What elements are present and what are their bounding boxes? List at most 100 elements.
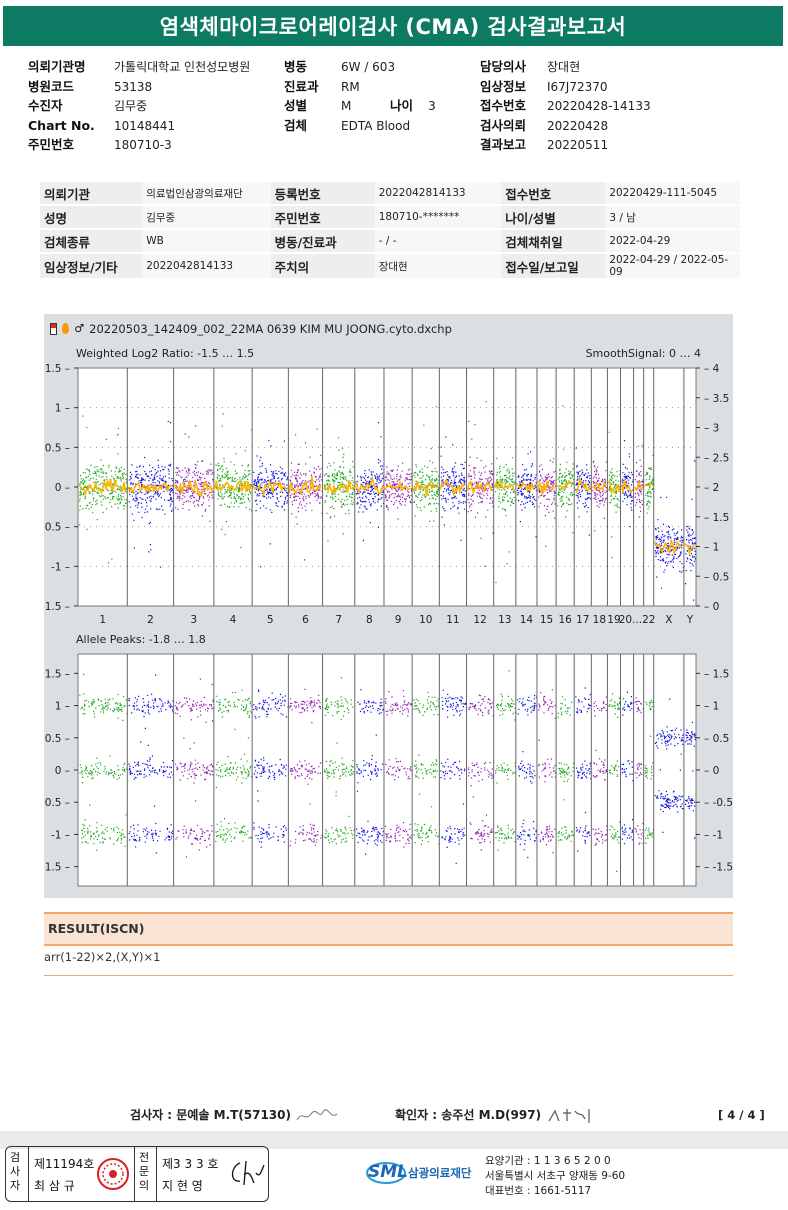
header-value: 20220428-14133	[547, 99, 651, 113]
header-row: 임상정보 I67J72370	[480, 76, 740, 96]
stamp-divider-1	[28, 1147, 29, 1201]
chr-label: 16	[558, 614, 572, 626]
chr-label: 20...22	[619, 614, 656, 626]
chr-label: Y	[686, 614, 694, 626]
allele-right-tick-label: – 0.5	[704, 733, 729, 745]
patient-row: 임상정보/기타 2022042814133 주치의 장대현 접수일/보고일 2022-04…	[40, 253, 740, 280]
header-label: 검사의뢰	[480, 117, 527, 133]
patient-value: 20220429-111-5045	[605, 182, 740, 206]
chr-label: 13	[498, 614, 511, 626]
patient-value: 3 / 남	[605, 205, 740, 230]
allele-right-tick-label: – -0.5	[704, 797, 733, 809]
chr-label: 15	[540, 614, 553, 626]
header-label: 주민번호	[28, 137, 75, 152]
chr-label: 7	[335, 614, 342, 626]
chr-label: 8	[366, 614, 373, 626]
org-name: 삼광의료재단	[408, 1166, 472, 1180]
header-value: 10148441	[114, 118, 176, 133]
chr-label: 14	[520, 614, 534, 626]
stamp-col2-name: 지 현 영	[162, 1179, 203, 1193]
header-row: 접수번호 20220428-14133	[480, 95, 740, 115]
allele-right-tick-label: – 1	[704, 701, 719, 713]
patient-value: 2022042814133	[374, 182, 502, 206]
header-row: 주민번호 180710-3	[28, 134, 278, 154]
result-heading: RESULT(ISCN)	[44, 912, 733, 946]
header-value: 20220511	[547, 138, 609, 152]
tester-label: 검사자 : 문예솔 M.T(57130)	[130, 1108, 291, 1122]
patient-value: WB	[142, 229, 271, 254]
header-row: 의뢰기관명 가톨릭대학교 인천성모병원	[28, 56, 278, 76]
header-row: 진료과 RM	[284, 76, 474, 96]
allele-tick-label: -0.5 –	[44, 797, 70, 809]
smooth-tick-label: – 1	[704, 542, 719, 554]
chr-label: 18	[593, 614, 606, 626]
allele-right-tick-label: – -1.5	[704, 862, 733, 874]
header-label: 진료과	[284, 78, 319, 94]
patient-value: 2022042814133	[142, 253, 271, 280]
stamp-col1-number: 제11194호	[34, 1157, 95, 1171]
header-label: 결과보고	[480, 137, 527, 152]
stamp-col2-label: 전문의	[139, 1151, 150, 1192]
header-label: 검체	[284, 117, 308, 133]
allele-tick-label: 0.5 –	[45, 733, 70, 745]
chr-label: 10	[419, 614, 432, 626]
chr-label: 4	[230, 614, 237, 626]
patient-label: 성명	[40, 205, 143, 230]
patient-table: 의뢰기관 의료법인삼광의료재단 등록번호 2022042814133 접수번호 20220…	[40, 182, 740, 280]
header-row: 병동 6W / 603	[284, 56, 474, 76]
header-value: 김무중	[114, 99, 148, 113]
header-value: 53138	[114, 79, 153, 94]
chr-label: 1	[99, 614, 106, 626]
log2-tick-label: 1.5 –	[45, 363, 70, 375]
allele-title: Allele Peaks: -1.8 … 1.8	[76, 633, 206, 646]
cma-chart: Weighted Log2 Ratio: -1.5 … 1.5 SmoothSig…	[44, 347, 733, 887]
tester-signature: 검사자 : 문예솔 M.T(57130)	[130, 1106, 339, 1124]
header-value: M	[341, 99, 352, 113]
stamp-divider-3	[156, 1147, 157, 1201]
smooth-tick-label: – 3.5	[704, 393, 729, 405]
smooth-tick-label: – 2	[704, 482, 719, 494]
patient-label: 주민번호	[270, 205, 375, 230]
patient-value: - / -	[374, 229, 502, 254]
header-value: 20220428	[547, 118, 609, 133]
log2-tick-label: -0.5 –	[44, 522, 70, 534]
patient-row: 의뢰기관 의료법인삼광의료재단 등록번호 2022042814133 접수번호 20220…	[40, 182, 740, 206]
confirmer-signature: 확인자 : 송주선 M.D(997)	[395, 1106, 595, 1125]
chr-label: 3	[190, 614, 197, 626]
chr-label: 12	[473, 614, 486, 626]
patient-label: 검체종류	[40, 229, 143, 254]
page-number: [ 4 / 4 ]	[718, 1108, 765, 1122]
header-row: 병원코드 53138	[28, 76, 278, 96]
header-row: 결과보고 20220511	[480, 134, 740, 154]
log2-tick-label: 1 –	[55, 403, 70, 415]
patient-row: 성명 김무중 주민번호 180710-******* 나이/성별 3 / 남	[40, 205, 740, 230]
header-label: 성별	[284, 98, 308, 113]
header-value: 가톨릭대학교 인천성모병원	[114, 60, 251, 74]
chr-label: 5	[267, 614, 274, 626]
patient-label: 주치의	[270, 253, 375, 280]
smooth-tick-label: – 3	[704, 423, 719, 435]
patient-label: 접수번호	[501, 182, 606, 206]
patient-label: 임상정보/기타	[40, 253, 143, 280]
log2-tick-label: 0.5 –	[45, 442, 70, 454]
patient-label: 나이/성별	[501, 205, 606, 230]
log2-tick-label: -1.5 –	[44, 601, 70, 613]
stamp-box: 검사자 제11194호 최 삼 규 전문의 제3 3 3 호 지 현 영	[5, 1146, 269, 1202]
header-label: 접수번호	[480, 98, 527, 113]
doctor-handwriting	[231, 1160, 265, 1186]
stamp-col1-name: 최 삼 규	[34, 1179, 75, 1193]
stamp-col1-label: 검사자	[10, 1151, 21, 1192]
allele-tick-label: -1 –	[51, 829, 70, 841]
header-value: EDTA Blood	[341, 118, 411, 133]
org-info: 요양기관 : 1 1 3 6 5 2 0 0 서울특별시 서초구 양재동 9-6…	[485, 1154, 625, 1199]
header-label: 수진자	[28, 98, 63, 113]
smooth-tick-label: – 4	[704, 363, 720, 375]
patient-label: 접수일/보고일	[501, 253, 606, 280]
header-label: 병원코드	[28, 78, 75, 94]
header-row: 검체 EDTA Blood	[284, 115, 474, 135]
patient-value: 김무중	[142, 205, 271, 230]
patient-row: 검체종류 WB 병동/진료과 - / - 검체채취일 2022-04-29	[40, 229, 740, 254]
allele-tick-label: 0 –	[55, 765, 70, 777]
allele-right-tick-label: – 1.5	[704, 668, 729, 680]
chr-label: X	[665, 614, 672, 626]
